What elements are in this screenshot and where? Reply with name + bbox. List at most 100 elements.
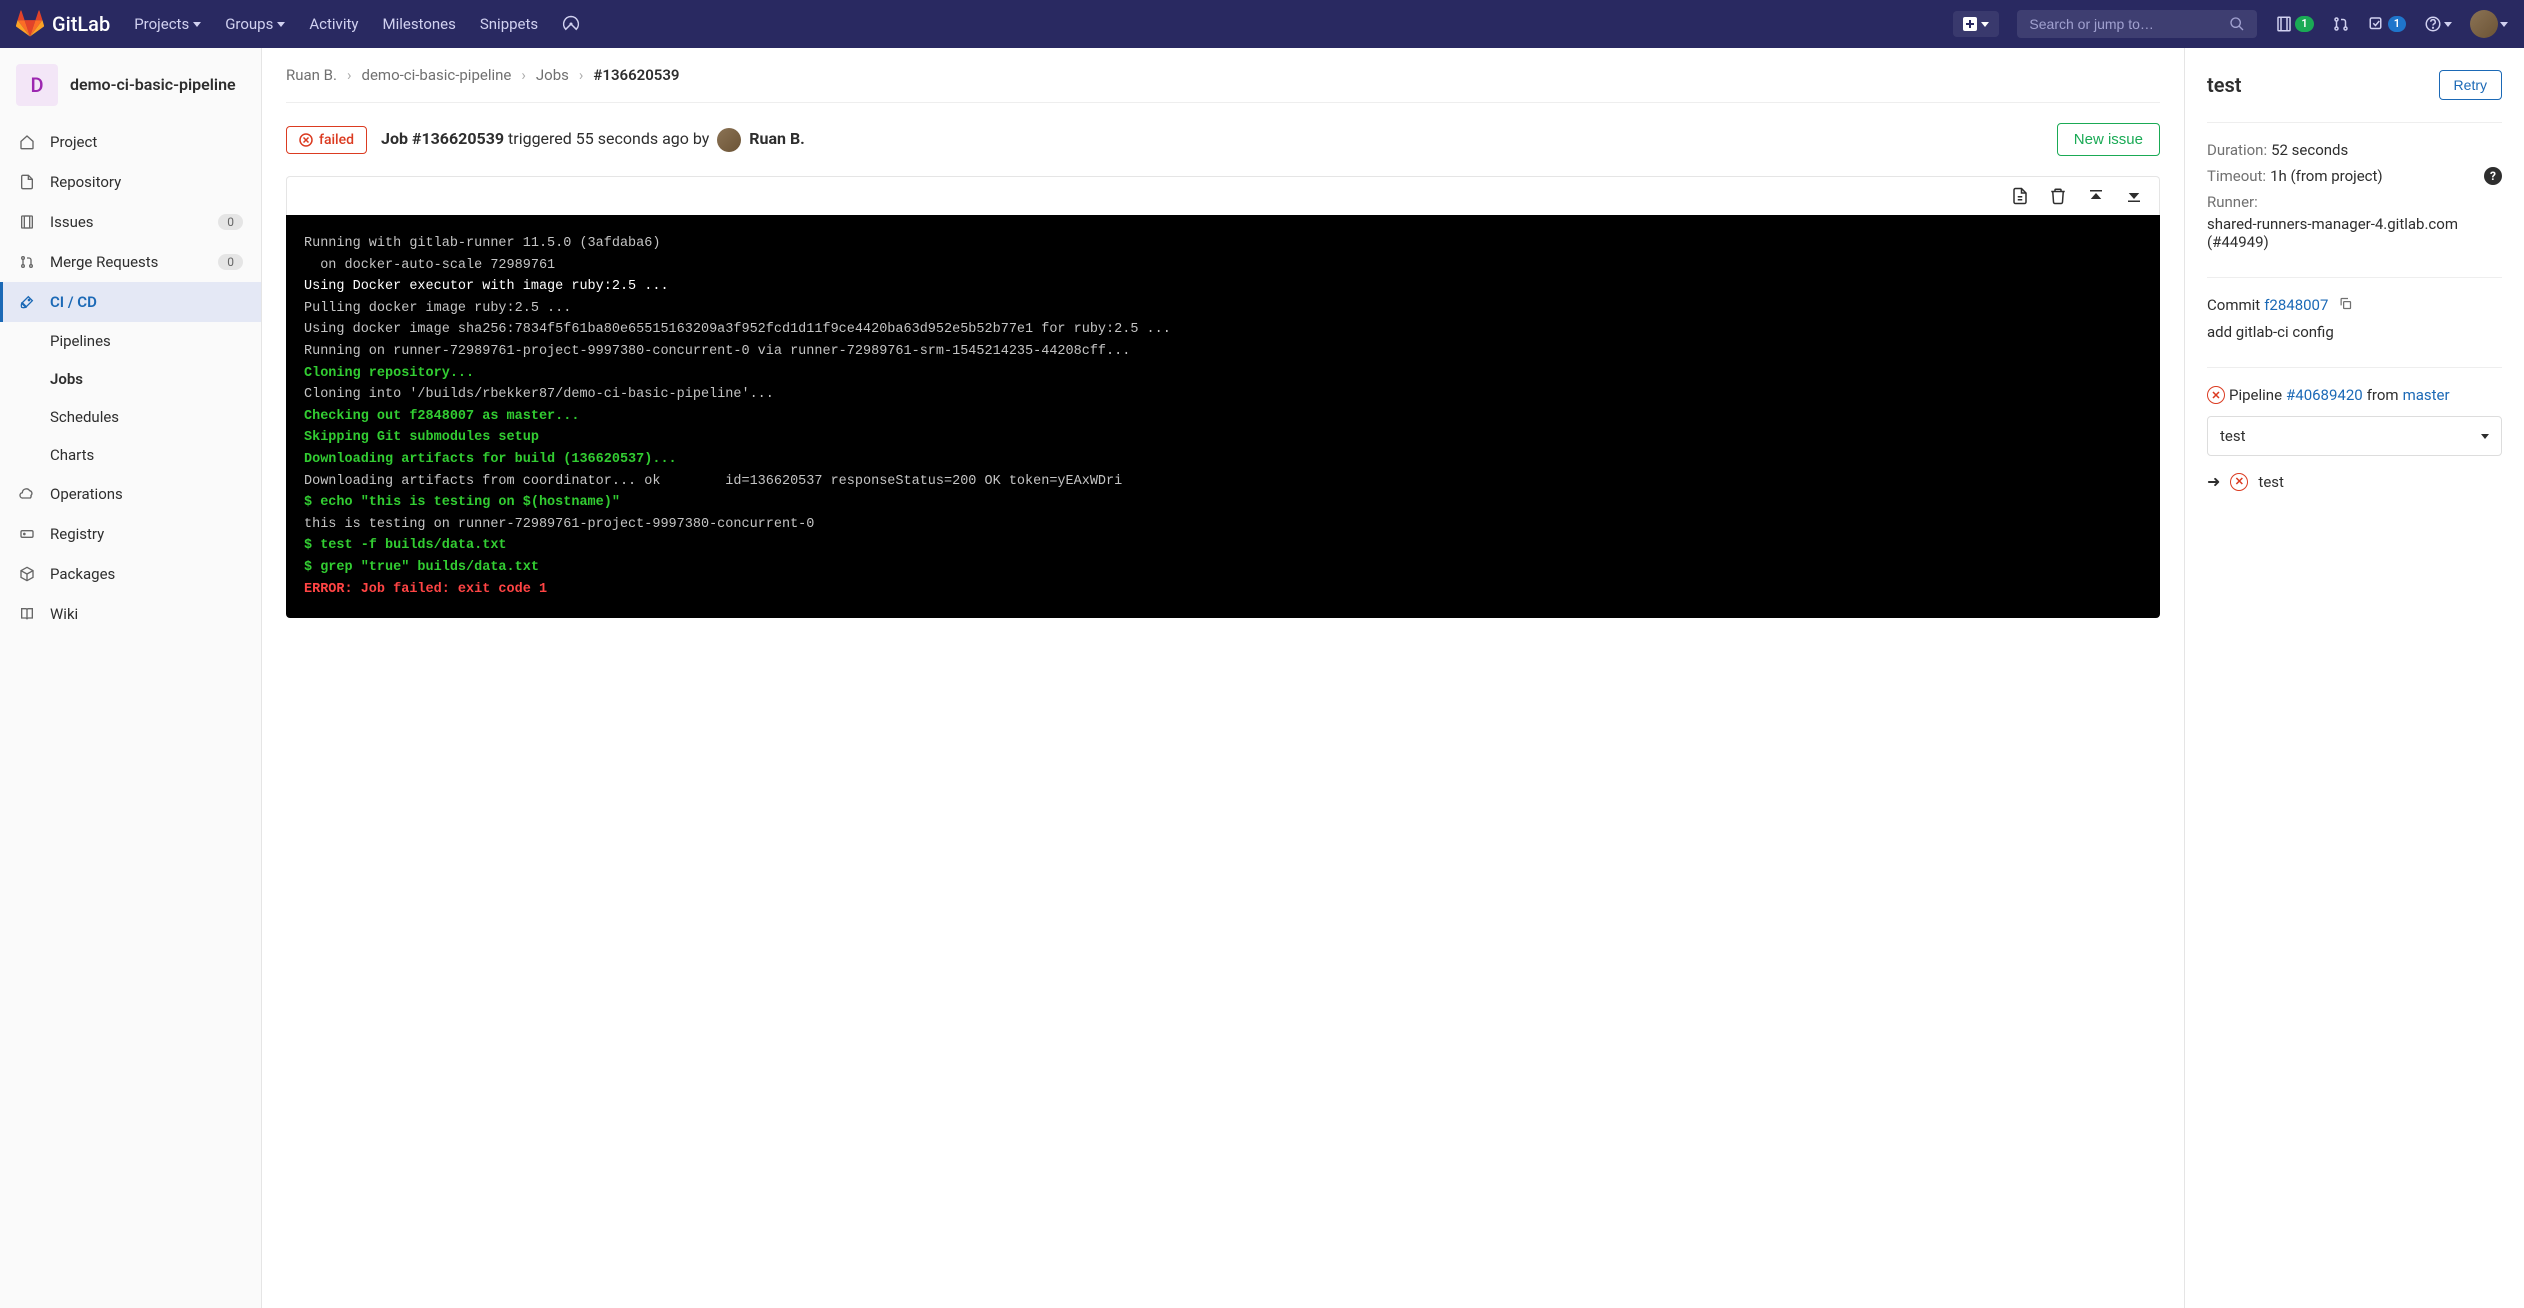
disk-icon <box>18 526 36 542</box>
sidebar-item-cicd[interactable]: CI / CD <box>0 282 261 322</box>
pipeline-row: ✕ Pipeline #40689420 from master <box>2207 386 2502 404</box>
timeout-row: Timeout: 1h (from project) ? <box>2207 167 2502 185</box>
log-line: Running with gitlab-runner 11.5.0 (3afda… <box>304 233 2142 255</box>
log-line: Running on runner-72989761-project-99973… <box>304 341 2142 363</box>
search-icon <box>2229 16 2245 32</box>
rocket-icon <box>18 294 36 310</box>
breadcrumb-sep: › <box>347 66 352 84</box>
plus-icon <box>1963 17 1977 31</box>
timeout-help-icon[interactable]: ? <box>2484 167 2502 185</box>
sidebar-item-repository[interactable]: Repository <box>0 162 261 202</box>
package-icon <box>18 566 36 582</box>
stage-select[interactable]: test <box>2207 416 2502 456</box>
breadcrumb-user[interactable]: Ruan B. <box>286 66 337 84</box>
todos-icon[interactable]: 1 <box>2368 15 2406 33</box>
log-line: Cloning repository... <box>304 363 2142 385</box>
nav-milestones[interactable]: Milestones <box>382 15 455 33</box>
job-failed-icon: ✕ <box>2230 473 2248 491</box>
commit-row: Commit f2848007 <box>2207 296 2502 315</box>
branch-link[interactable]: master <box>2403 386 2450 404</box>
erase-log-button[interactable] <box>2049 187 2067 205</box>
gitlab-icon <box>16 10 44 38</box>
sidebar-subitem-charts[interactable]: Charts <box>0 436 261 474</box>
sidebar-item-issues[interactable]: Issues0 <box>0 202 261 242</box>
search-input[interactable] <box>2029 16 2221 32</box>
job-name-title: test <box>2207 73 2241 97</box>
help-icon[interactable] <box>2424 15 2452 33</box>
commit-message: add gitlab-ci config <box>2207 323 2502 341</box>
right-panel: test Retry Duration: 52 seconds Timeout:… <box>2184 48 2524 1308</box>
pipeline-link[interactable]: #40689420 <box>2286 386 2363 404</box>
arrow-right-icon: ➜ <box>2207 472 2220 491</box>
todos-badge: 1 <box>2388 16 2406 32</box>
mr-icon <box>18 254 36 270</box>
pipeline-failed-icon: ✕ <box>2207 386 2225 404</box>
log-output[interactable]: Running with gitlab-runner 11.5.0 (3afda… <box>286 215 2160 618</box>
sidebar-item-operations[interactable]: Operations <box>0 474 261 514</box>
main-content: Ruan B. › demo-ci-basic-pipeline › Jobs … <box>262 48 2184 1308</box>
nav-links: Projects Groups Activity Milestones Snip… <box>134 15 580 33</box>
sidebar-item-registry[interactable]: Registry <box>0 514 261 554</box>
log-line: this is testing on runner-72989761-proje… <box>304 514 2142 536</box>
new-dropdown-button[interactable] <box>1953 11 1999 37</box>
sidebar-item-merge-requests[interactable]: Merge Requests0 <box>0 242 261 282</box>
log-line: Pulling docker image ruby:2.5 ... <box>304 298 2142 320</box>
scroll-top-button[interactable] <box>2087 187 2105 205</box>
copy-commit-icon[interactable] <box>2338 296 2353 315</box>
log-line: $ grep "true" builds/data.txt <box>304 557 2142 579</box>
top-navbar: GitLab Projects Groups Activity Mileston… <box>0 0 2524 48</box>
triggered-by-avatar <box>717 128 741 152</box>
brand-text: GitLab <box>52 12 110 36</box>
issues-icon[interactable]: 1 <box>2275 15 2313 33</box>
search-box[interactable] <box>2017 10 2257 38</box>
merge-requests-icon[interactable] <box>2332 15 2350 33</box>
current-job-row[interactable]: ➜ ✕ test <box>2207 472 2502 491</box>
log-toolbar <box>286 176 2160 215</box>
nav-dashboard-icon[interactable] <box>562 15 580 33</box>
breadcrumb-sep: › <box>521 66 526 84</box>
breadcrumb: Ruan B. › demo-ci-basic-pipeline › Jobs … <box>286 66 2160 103</box>
sidebar-item-wiki[interactable]: Wiki <box>0 594 261 634</box>
commit-link[interactable]: f2848007 <box>2264 296 2328 315</box>
project-name: demo-ci-basic-pipeline <box>70 75 236 96</box>
sidebar-subitem-schedules[interactable]: Schedules <box>0 398 261 436</box>
home-icon <box>18 134 36 150</box>
log-line: Checking out f2848007 as master... <box>304 406 2142 428</box>
job-title: Job #136620539 triggered 55 seconds ago … <box>381 128 805 152</box>
sidebar-item-packages[interactable]: Packages <box>0 554 261 594</box>
cloud-icon <box>18 486 36 502</box>
breadcrumb-sep: › <box>579 66 584 84</box>
sidebar-item-project[interactable]: Project <box>0 122 261 162</box>
status-badge-failed: failed <box>286 126 367 154</box>
nav-activity[interactable]: Activity <box>309 15 358 33</box>
triggered-by-user[interactable]: Ruan B. <box>749 129 805 148</box>
sidebar-subitem-pipelines[interactable]: Pipelines <box>0 322 261 360</box>
mr-count: 0 <box>218 254 243 270</box>
breadcrumb-project[interactable]: demo-ci-basic-pipeline <box>362 66 512 84</box>
user-avatar-icon <box>2470 10 2498 38</box>
sidebar: D demo-ci-basic-pipeline Project Reposit… <box>0 48 262 1308</box>
log-line: Using Docker executor with image ruby:2.… <box>304 276 2142 298</box>
new-issue-button[interactable]: New issue <box>2057 123 2160 156</box>
issues-sidebar-icon <box>18 214 36 230</box>
log-line: $ echo "this is testing on $(hostname)" <box>304 492 2142 514</box>
scroll-bottom-button[interactable] <box>2125 187 2143 205</box>
nav-snippets[interactable]: Snippets <box>480 15 538 33</box>
failed-icon <box>299 133 313 147</box>
sidebar-project-header[interactable]: D demo-ci-basic-pipeline <box>0 48 261 122</box>
gitlab-logo[interactable]: GitLab <box>16 10 110 38</box>
breadcrumb-section[interactable]: Jobs <box>536 66 569 84</box>
retry-button[interactable]: Retry <box>2439 70 2502 100</box>
log-line: ERROR: Job failed: exit code 1 <box>304 579 2142 601</box>
user-menu[interactable] <box>2470 10 2508 38</box>
panel-header: test Retry <box>2207 70 2502 100</box>
log-line: on docker-auto-scale 72989761 <box>304 255 2142 277</box>
raw-log-button[interactable] <box>2011 187 2029 205</box>
nav-groups[interactable]: Groups <box>225 15 285 33</box>
log-line: $ test -f builds/data.txt <box>304 535 2142 557</box>
log-line: Skipping Git submodules setup <box>304 427 2142 449</box>
nav-projects[interactable]: Projects <box>134 15 201 33</box>
runner-row: Runner: shared-runners-manager-4.gitlab.… <box>2207 193 2502 251</box>
project-avatar: D <box>16 64 58 106</box>
sidebar-subitem-jobs[interactable]: Jobs <box>0 360 261 398</box>
